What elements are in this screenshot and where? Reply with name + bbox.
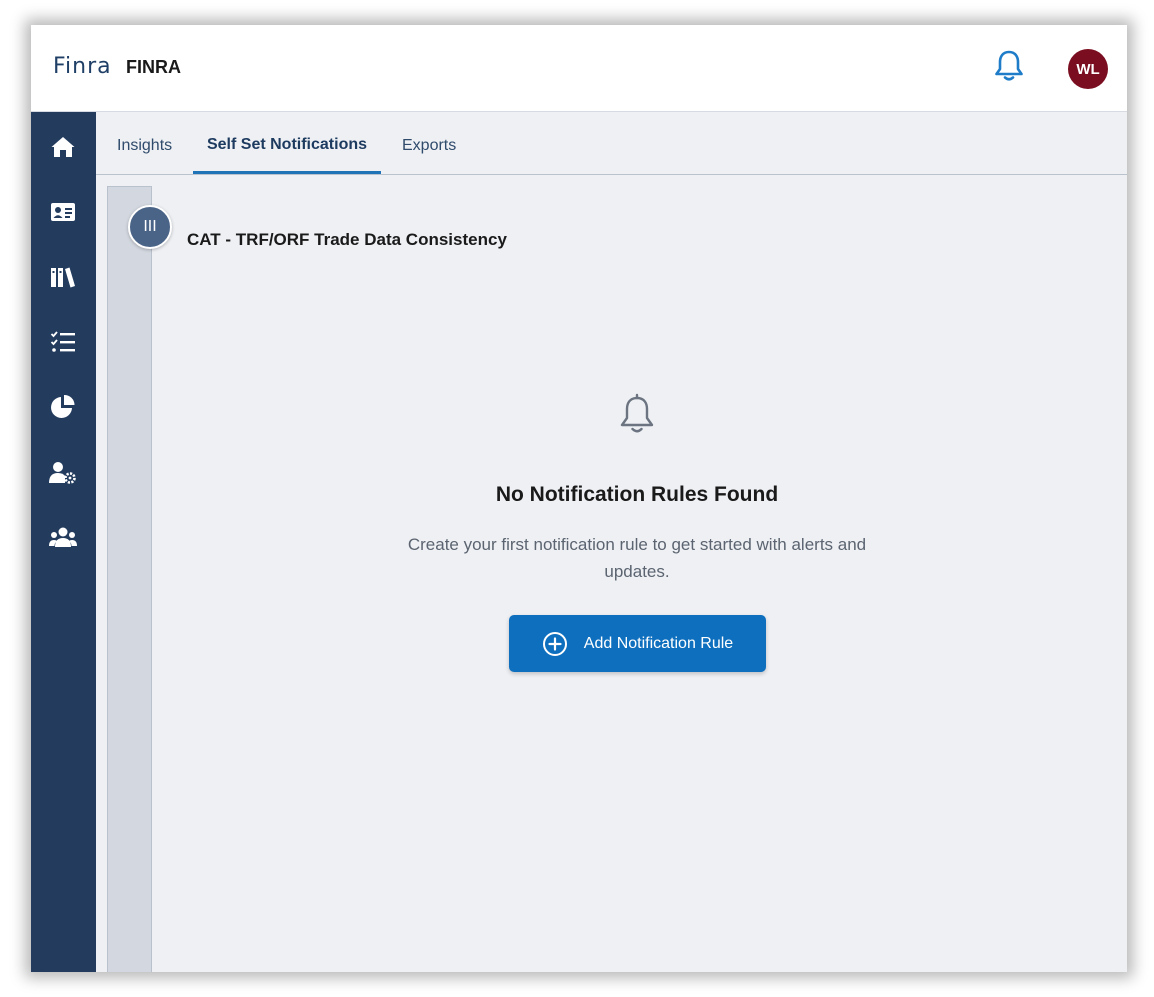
empty-state-description: Create your first notification rule to g…	[407, 535, 867, 581]
brand-title: FINRA	[126, 57, 181, 77]
plus-circle-icon	[542, 631, 567, 656]
users-icon[interactable]	[49, 524, 77, 552]
app-header: Finra FINRA WL	[31, 25, 1127, 112]
library-icon[interactable]	[49, 263, 77, 291]
pie-chart-icon[interactable]	[49, 393, 77, 421]
collapsed-panel	[107, 186, 152, 972]
tab-bar: Insights Self Set Notifications Exports	[96, 112, 1127, 175]
add-button-label: Add Notification Rule	[583, 634, 734, 652]
sidebar	[31, 112, 96, 972]
home-icon[interactable]	[49, 133, 77, 161]
panel-toggle-button[interactable]: III	[128, 205, 172, 249]
id-card-icon[interactable]	[49, 198, 77, 226]
section-title: CAT - TRF/ORF Trade Data Consistency	[187, 230, 507, 249]
bell-icon[interactable]	[993, 49, 1025, 83]
finra-logo: Finra	[53, 54, 112, 79]
user-gear-icon[interactable]	[49, 459, 77, 487]
user-avatar[interactable]: WL	[1068, 49, 1108, 89]
empty-state-title: No Notification Rules Found	[495, 483, 779, 506]
columns-icon: III	[143, 218, 157, 235]
tab-insights[interactable]: Insights	[117, 112, 172, 174]
add-notification-rule-button[interactable]: Add Notification Rule	[509, 615, 766, 672]
app-window: Finra FINRA WL Insights Self Set Notific…	[31, 25, 1127, 972]
bell-icon	[617, 393, 657, 435]
checklist-icon[interactable]	[49, 328, 77, 356]
tab-exports[interactable]: Exports	[402, 112, 456, 174]
tab-self-set-notifications[interactable]: Self Set Notifications	[193, 112, 381, 174]
